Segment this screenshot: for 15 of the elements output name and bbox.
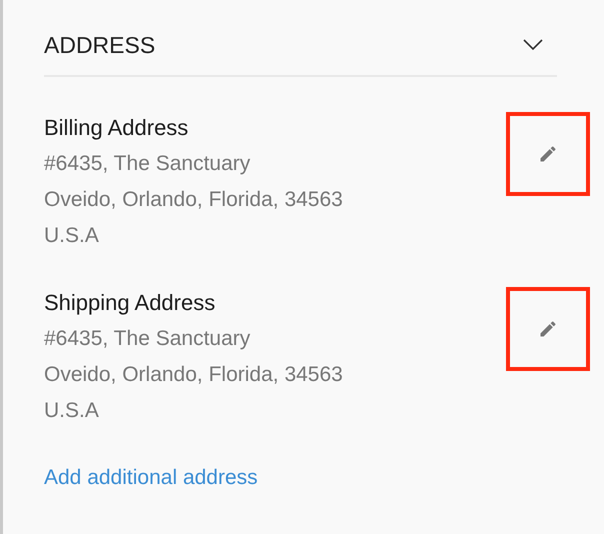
edit-button[interactable] xyxy=(506,112,590,196)
add-address-link[interactable]: Add additional address xyxy=(44,466,258,490)
chevron-down-icon[interactable] xyxy=(523,39,543,51)
address-line: #6435, The Sanctuary xyxy=(44,326,252,352)
address-line: Oveido, Orlando, Florida, 34563 xyxy=(44,362,343,388)
address-line: Oveido, Orlando, Florida, 34563 xyxy=(44,187,343,213)
pencil-icon xyxy=(538,144,558,164)
address-title: Billing Address xyxy=(44,114,190,142)
address-line: #6435, The Sanctuary xyxy=(44,151,252,177)
address-title: Shipping Address xyxy=(44,289,216,317)
section-title: ADDRESS xyxy=(44,32,156,58)
edit-button[interactable] xyxy=(506,287,590,371)
pencil-icon xyxy=(538,319,558,339)
address-line: U.S.A xyxy=(44,398,100,424)
address-line: U.S.A xyxy=(44,223,100,249)
